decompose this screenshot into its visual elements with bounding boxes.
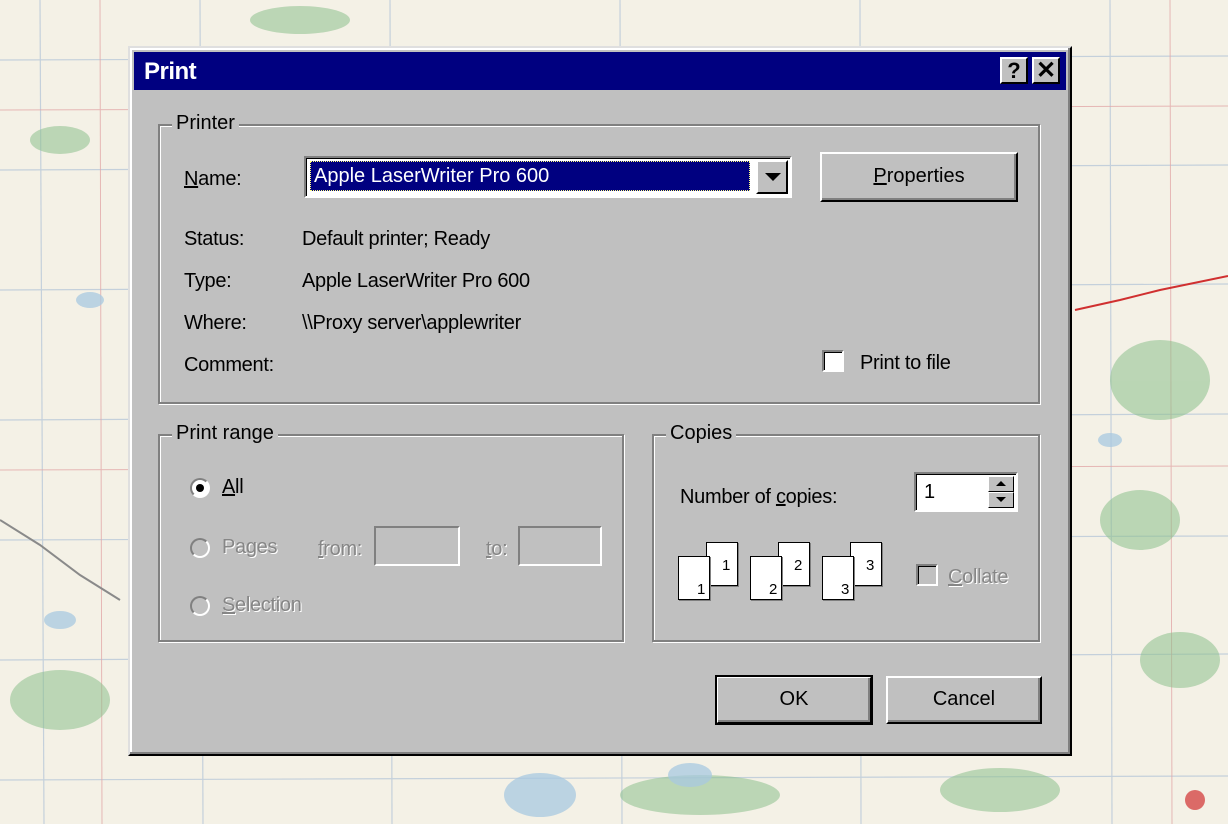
print-to-file-label[interactable]: Print to file [860, 352, 951, 375]
collate-pages-icon-1: 1 1 [678, 542, 744, 604]
all-radio-label[interactable]: All [222, 476, 244, 499]
page-icon: 2 [750, 556, 782, 600]
to-label: to: [486, 538, 508, 560]
close-button[interactable]: ✕ [1032, 57, 1060, 84]
printer-group-label: Printer [172, 112, 239, 135]
title-bar: Print ? ✕ [134, 52, 1066, 90]
spin-up-icon[interactable] [988, 476, 1014, 492]
copies-value: 1 [924, 481, 936, 503]
status-value: Default printer; Ready [302, 228, 490, 250]
spinner-arrows[interactable] [988, 476, 1014, 508]
help-button[interactable]: ? [1000, 57, 1028, 84]
page-icon: 1 [678, 556, 710, 600]
name-label: Name: [184, 168, 242, 190]
comment-label: Comment: [184, 354, 274, 376]
type-value: Apple LaserWriter Pro 600 [302, 270, 530, 292]
copies-spinner[interactable]: 1 [914, 472, 1018, 512]
cancel-button[interactable]: Cancel [886, 676, 1042, 724]
collate-checkbox[interactable] [916, 564, 938, 586]
copies-group-label: Copies [666, 422, 737, 445]
selection-radio[interactable] [190, 596, 210, 616]
copies-group: Copies [652, 422, 1040, 642]
ok-button[interactable]: OK [715, 675, 873, 725]
pages-radio-label[interactable]: Pages [222, 536, 278, 559]
page-icon: 3 [822, 556, 854, 600]
page-icon: 3 [850, 542, 882, 586]
spin-down-icon[interactable] [988, 492, 1014, 508]
where-value: \\Proxy server\applewriter [302, 312, 521, 334]
to-field[interactable] [518, 526, 602, 566]
collate-label[interactable]: Collate [948, 566, 1008, 589]
page-icon: 1 [706, 542, 738, 586]
page-icon: 2 [778, 542, 810, 586]
selection-radio-label[interactable]: Selection [222, 594, 302, 617]
chevron-down-icon[interactable] [756, 160, 788, 194]
dialog-title: Print [144, 58, 197, 85]
from-field[interactable] [374, 526, 460, 566]
status-label: Status: [184, 228, 245, 250]
collate-pages-icon-3: 3 3 [822, 542, 888, 604]
collate-pages-icon-2: 2 2 [750, 542, 816, 604]
print-range-group-label: Print range [172, 422, 278, 445]
from-label: from: [318, 538, 363, 560]
print-dialog: Print ? ✕ Printer Name: Apple LaserWrite… [128, 46, 1072, 756]
print-to-file-checkbox[interactable] [822, 350, 844, 372]
number-of-copies-label: Number of copies: [680, 486, 838, 508]
type-label: Type: [184, 270, 232, 292]
printer-name-combo[interactable]: Apple LaserWriter Pro 600 [304, 156, 792, 198]
pages-radio[interactable] [190, 538, 210, 558]
where-label: Where: [184, 312, 247, 334]
all-radio[interactable] [190, 478, 210, 498]
printer-name-value: Apple LaserWriter Pro 600 [310, 161, 750, 191]
properties-button[interactable]: Properties [820, 152, 1018, 202]
